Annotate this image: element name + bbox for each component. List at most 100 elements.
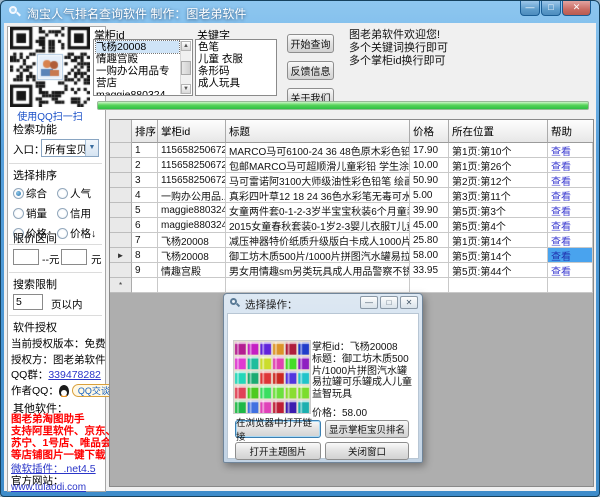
sort-option[interactable]: 价格↓	[57, 224, 101, 243]
cell-rank: 4	[132, 188, 158, 203]
sort-option[interactable]: 人气	[57, 184, 101, 203]
feedback-button[interactable]: 反馈信息	[287, 61, 334, 80]
row-selector	[110, 158, 132, 173]
cell-title: 马可雷诺阿3100大师级油性彩色铅笔 绘画36色 ...	[226, 173, 410, 188]
table-row[interactable]: 2115658250672包邮MARCO马可超顺滑儿童彩铅 学生涂鸦彩色铅...…	[110, 158, 593, 173]
header-position[interactable]: 所在位置	[449, 120, 548, 143]
keyword-item[interactable]: 儿童 衣服	[198, 53, 274, 65]
keyword-item[interactable]: 成人玩具	[198, 77, 274, 89]
table-row[interactable]: 5maggie880324女童两件套0-1-2-3岁半宝宝秋装6个月童装儿童..…	[110, 203, 593, 218]
table-row[interactable]: 4一购办公用品...真彩四叶草12 18 24 36色水彩笔无毒可水洗易...5…	[110, 188, 593, 203]
view-link[interactable]: 查看	[551, 233, 571, 248]
cell-rank: 1	[132, 143, 158, 158]
open-in-browser-button[interactable]: 在浏览器中打开链接	[235, 420, 321, 438]
product-thumbnail[interactable]	[233, 340, 311, 414]
title-bar[interactable]: 淘宝人气排名查询软件 制作：图老弟软件 — □ ✕	[1, 1, 599, 23]
table-row[interactable]: 3115658250672马可雷诺阿3100大师级油性彩色铅笔 绘画36色 ..…	[110, 173, 593, 188]
sort-option[interactable]: 信用	[57, 204, 101, 223]
header-rank[interactable]: 排序	[132, 120, 158, 143]
site-url-link[interactable]: www.tulaodi.com	[11, 482, 86, 493]
view-link[interactable]: 查看	[551, 218, 571, 233]
show-shop-rank-button[interactable]: 显示掌柜宝贝排名	[325, 420, 409, 438]
cell-price: 17.90	[410, 143, 449, 158]
cell-price: 25.80	[410, 233, 449, 248]
listbox-scrollbar[interactable]: ▲ ▼	[180, 41, 191, 94]
cell-shop-id: 飞杨20008	[158, 248, 226, 263]
table-row[interactable]: 6maggie8803242015女童春秋套装0-1岁2-3婴儿衣服T儿童外套6…	[110, 218, 593, 233]
sort-option[interactable]: 销量	[13, 204, 57, 223]
table-row[interactable]: ►8飞杨20008御工坊木质500片/1000片拼图汽水罐易拉罐可乐...58.…	[110, 248, 593, 263]
entry-dropdown[interactable]: 所有宝贝 ▼	[41, 139, 99, 157]
price-unit-label: 元	[91, 252, 102, 267]
view-link[interactable]: 查看	[551, 248, 571, 263]
keyword-listbox[interactable]: 色笔儿童 衣服条形码成人玩具	[195, 39, 277, 96]
cell-empty	[410, 278, 449, 293]
shopkeeper-item[interactable]: 情趣宫殿	[96, 53, 179, 65]
welcome-text: 图老弟软件欢迎您!多个关键词换行即可多个掌柜id换行即可	[349, 29, 448, 68]
close-window-button[interactable]: 关闭窗口	[325, 442, 409, 460]
cell-help: 查看	[548, 188, 593, 203]
radio-icon	[57, 228, 68, 239]
chevron-down-icon[interactable]: ▼	[85, 140, 98, 156]
header-price[interactable]: 价格	[410, 120, 449, 143]
page-limit-input[interactable]	[13, 294, 43, 310]
maximize-button[interactable]: □	[541, 1, 561, 16]
divider	[9, 272, 102, 273]
price-max-input[interactable]	[61, 249, 87, 265]
cell-title: 减压神器特价纸质升级版白卡成人1000片拼图益...	[226, 233, 410, 248]
promo-line: 图老弟淘图助手	[11, 413, 103, 425]
cell-title: 女童两件套0-1-2-3岁半宝宝秋装6个月童装儿童...	[226, 203, 410, 218]
dialog-close-icon[interactable]: ✕	[400, 296, 418, 309]
row-selector	[110, 233, 132, 248]
cell-position: 第1页:第10个	[449, 143, 548, 158]
shopkeeper-item[interactable]: 一购办公用品专营店	[96, 65, 179, 89]
grid-body: 1115658250672MARCO马可6100-24 36 48色原木彩色铅笔…	[110, 143, 593, 293]
shopkeeper-item[interactable]: 飞杨20008	[96, 41, 179, 53]
radio-icon	[13, 188, 24, 199]
cell-help: 查看	[548, 143, 593, 158]
divider	[9, 163, 102, 164]
view-link[interactable]: 查看	[551, 143, 571, 158]
cell-help: 查看	[548, 158, 593, 173]
keyword-item[interactable]: 条形码	[198, 65, 274, 77]
cell-empty	[226, 278, 410, 293]
view-link[interactable]: 查看	[551, 173, 571, 188]
scroll-down-icon[interactable]: ▼	[181, 84, 191, 94]
header-shop-id[interactable]: 掌柜id	[158, 120, 226, 143]
radio-icon	[57, 208, 68, 219]
cell-title: 真彩四叶草12 18 24 36色水彩笔无毒可水洗易...	[226, 188, 410, 203]
table-row[interactable]: 9情趣宫殿男女用情趣sm另类玩具成人用品警察不锈钢合金...33.95第5页:第…	[110, 263, 593, 278]
scroll-up-icon[interactable]: ▲	[181, 41, 191, 51]
minimize-button[interactable]: —	[520, 1, 540, 16]
view-link[interactable]: 查看	[551, 203, 571, 218]
close-button[interactable]: ✕	[562, 1, 591, 16]
open-main-image-button[interactable]: 打开主题图片	[235, 442, 321, 460]
dialog-maximize-button[interactable]: □	[380, 296, 398, 309]
price-min-input[interactable]	[13, 249, 39, 265]
progress-bar	[97, 101, 589, 110]
cell-rank: 5	[132, 203, 158, 218]
keyword-item[interactable]: 色笔	[198, 41, 274, 53]
header-title[interactable]: 标题	[226, 120, 410, 143]
shopkeeper-item[interactable]: maggie880324	[96, 89, 179, 96]
shopkeeper-listbox[interactable]: ▲ ▼ 飞杨20008情趣宫殿一购办公用品专营店maggie880324	[93, 39, 193, 96]
scroll-thumb[interactable]	[181, 61, 191, 75]
grid-header-row: 排序 掌柜id 标题 价格 所在位置 帮助	[110, 120, 593, 143]
view-link[interactable]: 查看	[551, 158, 571, 173]
cell-help: 查看	[548, 233, 593, 248]
dialog-title-bar[interactable]: 选择操作： — □ ✕	[224, 294, 422, 313]
section-search-title: 检索功能	[13, 121, 57, 137]
table-row[interactable]: 1115658250672MARCO马可6100-24 36 48色原木彩色铅笔…	[110, 143, 593, 158]
cell-rank: 2	[132, 158, 158, 173]
qq-group-link[interactable]: 339478282	[48, 369, 101, 381]
sort-option[interactable]: 综合	[13, 184, 57, 203]
cell-position: 第5页:第14个	[449, 248, 548, 263]
view-link[interactable]: 查看	[551, 188, 571, 203]
table-row[interactable]: 7飞杨20008减压神器特价纸质升级版白卡成人1000片拼图益...25.80第…	[110, 233, 593, 248]
cell-rank: 3	[132, 173, 158, 188]
license-version: 当前授权版本：免费	[11, 336, 106, 351]
view-link[interactable]: 查看	[551, 263, 571, 278]
header-help[interactable]: 帮助	[548, 120, 593, 143]
start-query-button[interactable]: 开始查询	[287, 34, 334, 53]
dialog-minimize-button[interactable]: —	[360, 296, 378, 309]
